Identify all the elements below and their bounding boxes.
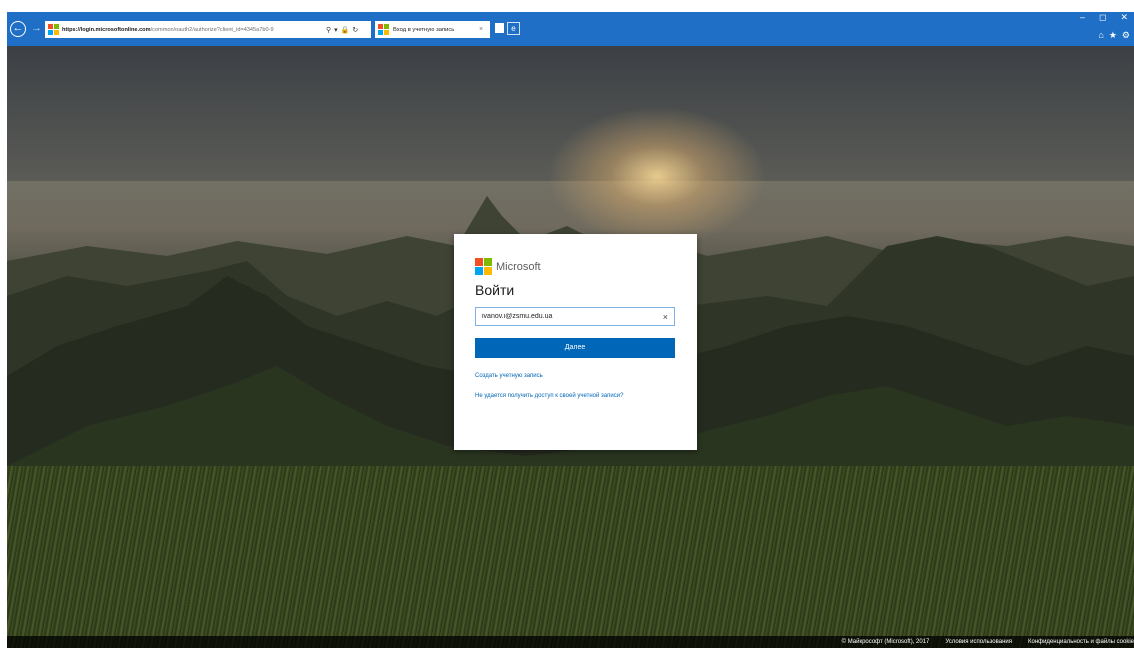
footer-terms-link[interactable]: Условия использования [945,639,1012,645]
url-path: /common/oauth2/authorize?client_id=4345a… [150,26,274,33]
home-icon[interactable]: ⌂ [1098,30,1103,41]
maximize-icon[interactable]: ◻ [1099,12,1106,23]
refresh-icon[interactable]: ↻ [352,26,358,34]
cant-access-link[interactable]: Не удается получить доступ к своей учетн… [475,393,623,399]
brand-name: Microsoft [496,260,541,273]
url-domain: https://login.microsoftonline.com [62,26,151,33]
forward-icon[interactable]: → [31,22,42,34]
new-tab-icon[interactable] [495,23,504,33]
url-text[interactable]: https://login.microsoftonline.com/common… [62,27,324,33]
next-button[interactable]: Далее [475,338,675,358]
microsoft-logo: Microsoft [475,258,541,275]
microsoft-logo-icon [475,258,492,275]
back-icon[interactable]: ← [10,21,26,37]
address-bar[interactable]: https://login.microsoftonline.com/common… [45,21,371,38]
site-favicon-icon [48,24,59,35]
favorites-icon[interactable]: ★ [1109,30,1117,41]
tab-favicon-icon [378,24,389,35]
search-icon[interactable]: ⚲ [326,26,331,34]
clear-icon[interactable]: × [663,312,668,322]
create-account-link[interactable]: Создать учетную запись [475,373,543,379]
tab-title: Вход в учетную запись [393,26,455,33]
email-input[interactable] [482,313,652,320]
footer-privacy-link[interactable]: Конфиденциальность и файлы cookie [1028,639,1134,645]
browser-toolbar: ← → https://login.microsoftonline.com/co… [7,12,1134,46]
browser-window: ← → https://login.microsoftonline.com/co… [7,12,1134,648]
tab-signin[interactable]: Вход в учетную запись × [375,21,490,38]
signin-card: Microsoft Войти × Далее Создать учетную … [454,234,697,450]
close-window-icon[interactable]: ✕ [1120,12,1128,23]
tab-close-icon[interactable]: × [479,26,483,33]
minimize-icon[interactable]: – [1080,12,1085,23]
page-title: Войти [475,282,515,298]
background-grass [7,466,1134,648]
email-field[interactable]: × [475,307,675,326]
footer-copyright: © Майкрософт (Microsoft), 2017 [841,639,930,645]
edge-icon[interactable]: e [507,22,520,35]
page-footer: © Майкрософт (Microsoft), 2017 Условия и… [7,636,1134,648]
settings-icon[interactable]: ⚙ [1122,30,1130,41]
dropdown-icon[interactable]: ▾ [334,26,338,34]
lock-icon[interactable]: 🔒 [341,26,350,34]
